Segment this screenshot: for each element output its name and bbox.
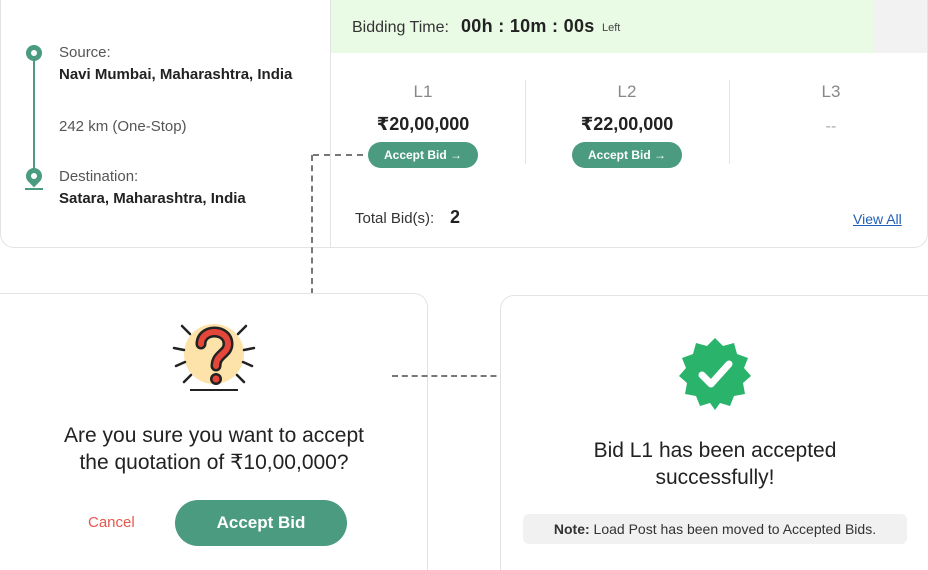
bid-summary-card: Source: Navi Mumbai, Maharashtra, India … (0, 0, 928, 248)
confirm-line-1: Are you sure you want to accept (64, 424, 364, 447)
accept-bid-button-l1[interactable]: Accept Bid → (367, 142, 478, 168)
timer-value: 00h : 10m : 00s (461, 16, 595, 36)
bidding-timer-bar: Bidding Time: 00h : 10m : 00s Left (331, 0, 873, 53)
bid-rank: L3 (821, 82, 841, 101)
timer-label: Bidding Time: (352, 19, 449, 36)
timer-bar-end (873, 0, 927, 53)
destination-value: Satara, Maharashtra, India (59, 190, 246, 207)
total-bids-value: 2 (450, 207, 461, 227)
confirm-line-2: the quotation of ₹10,00,000? (79, 451, 349, 474)
bid-column-l3: L3 -- (729, 78, 927, 168)
accept-bid-button-l2[interactable]: Accept Bid → (571, 142, 682, 168)
cancel-button[interactable]: Cancel (88, 514, 135, 531)
confirm-message: Are you sure you want to accept the quot… (0, 422, 428, 476)
note-box: Note: Load Post has been moved to Accept… (523, 514, 907, 544)
bid-price: ₹20,00,000 (376, 114, 470, 134)
destination-pin-base (25, 188, 43, 190)
source-pin-icon (26, 45, 42, 61)
timer-suffix: Left (602, 22, 621, 34)
bid-rank: L2 (617, 82, 637, 101)
connector-line (313, 154, 363, 156)
note-text: Load Post has been moved to Accepted Bid… (589, 521, 877, 537)
destination-pin-icon (22, 164, 46, 188)
total-bids-label: Total Bid(s): (355, 210, 435, 227)
success-message: Bid L1 has been accepted successfully! (501, 437, 928, 491)
source-label: Source: (59, 44, 111, 61)
success-line-1: Bid L1 has been accepted (593, 439, 837, 462)
check-badge-icon (679, 338, 751, 410)
bid-price: ₹22,00,000 (580, 114, 674, 134)
bid-price-empty: -- (825, 118, 837, 135)
route-line (33, 56, 35, 174)
success-dialog: Bid L1 has been accepted successfully! N… (500, 295, 928, 570)
view-all-link[interactable]: View All (853, 211, 902, 227)
accept-bid-button[interactable]: Accept Bid (175, 500, 347, 546)
question-mark-icon (172, 324, 256, 391)
source-value: Navi Mumbai, Maharashtra, India (59, 66, 293, 83)
distance-text: 242 km (One-Stop) (59, 118, 187, 135)
destination-label: Destination: (59, 168, 139, 185)
note-label: Note: (553, 521, 590, 537)
success-line-2: successfully! (655, 466, 775, 489)
bid-column-l2: L2 ₹22,00,000 Accept Bid → (525, 78, 729, 168)
bid-rank: L1 (413, 82, 433, 101)
route-panel: Source: Navi Mumbai, Maharashtra, India … (1, 0, 331, 247)
confirm-dialog: Are you sure you want to accept the quot… (0, 293, 428, 570)
